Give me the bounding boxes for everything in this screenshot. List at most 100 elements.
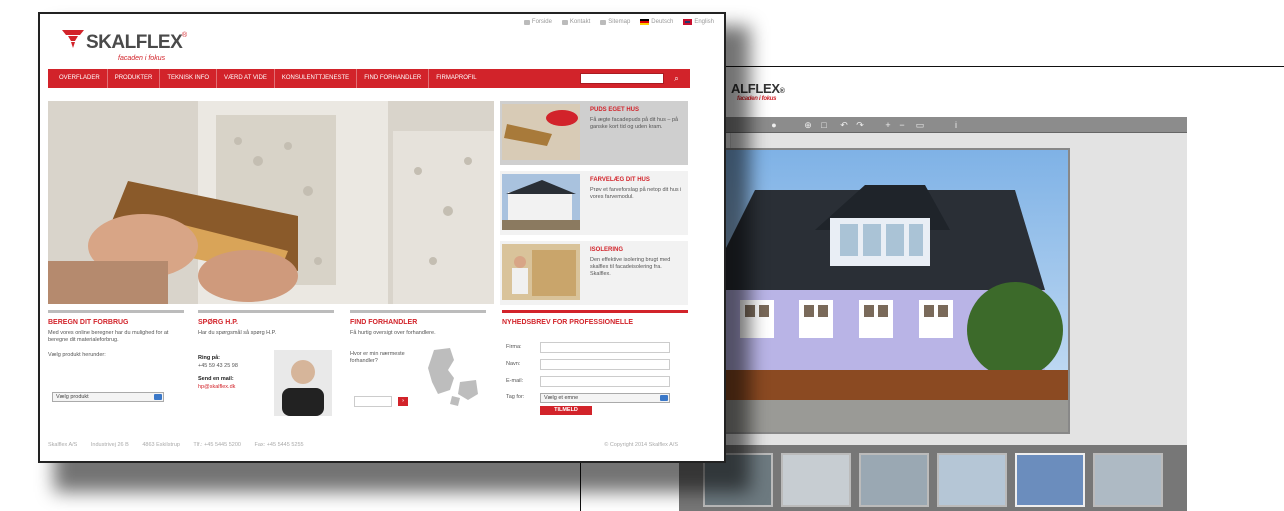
tilmeld-button[interactable]: TILMELD	[540, 406, 592, 415]
box-title: BEREGN DIT FORBRUG	[48, 319, 129, 326]
site-footer: Skalflex A/S Industrivej 26 B 4863 Eskil…	[48, 442, 690, 454]
site-logo[interactable]: SKALFLEX ® facaden i fokus	[62, 26, 202, 66]
firma-field[interactable]	[540, 342, 670, 353]
promo-title: ISOLERING	[590, 247, 624, 253]
footer-company: Skalflex A/S	[48, 442, 78, 448]
toplink-label: English	[694, 19, 714, 25]
box-divider	[502, 310, 688, 313]
box-title: SPØRG H.P.	[198, 319, 238, 326]
select-value: Vælg produkt	[56, 394, 89, 400]
redo-icon[interactable]: ↷	[855, 120, 865, 130]
thumbnail[interactable]	[859, 453, 929, 507]
field-label-firma: Firma:	[506, 344, 522, 350]
chevron-down-icon	[154, 394, 162, 400]
box-text: Med vores online beregner har du mulighe…	[48, 330, 169, 343]
hp-portrait	[274, 350, 332, 416]
footer-copyright: © Copyright 2014 Skalflex A/S	[604, 442, 678, 448]
toplink-english[interactable]: English	[683, 19, 714, 25]
navn-field[interactable]	[540, 359, 670, 370]
box-divider	[350, 310, 486, 313]
info-icon[interactable]: i	[951, 120, 961, 130]
toplink-label: Sitemap	[608, 19, 631, 25]
fit-icon[interactable]: ▭	[915, 120, 925, 130]
mail-icon	[561, 19, 568, 25]
find-search-button[interactable]: ›	[398, 397, 408, 406]
undo-icon[interactable]: ↶	[839, 120, 849, 130]
crop-icon[interactable]: ⊕	[803, 120, 813, 130]
box-divider	[48, 310, 184, 313]
zoom-in-icon[interactable]: +	[883, 120, 893, 130]
footer-city: 4863 Eskilstrup	[142, 442, 180, 448]
promo-image	[502, 174, 580, 230]
postnr-input[interactable]	[354, 396, 392, 407]
thumbnail[interactable]	[1015, 453, 1085, 507]
toplink-label: Deutsch	[651, 19, 674, 25]
chevron-down-icon	[660, 395, 668, 401]
nav-item-teknisk-info[interactable]: TEKNISK INFO	[160, 69, 218, 88]
toplink-forside[interactable]: Forside	[523, 19, 552, 25]
nav-item-vaerd-at-vide[interactable]: VÆRD AT VIDE	[217, 69, 275, 88]
flag-de-icon	[640, 19, 650, 25]
main-nav: OVERFLADER PRODUKTER TEKNISK INFO VÆRD A…	[48, 69, 690, 88]
flag-uk-icon	[683, 19, 693, 25]
toplink-sitemap[interactable]: Sitemap	[600, 19, 630, 25]
thumbnail[interactable]	[781, 453, 851, 507]
scene: ALFLEX® facaden i fokus ● ⊕ □ ↶ ↷ + − ▭ …	[0, 0, 1284, 511]
denmark-map	[424, 346, 482, 414]
box-title: FIND FORHANDLER	[350, 319, 418, 326]
promo-puds-eget-hus[interactable]: PUDS EGET HUS Få ægte facadepuds på dit …	[500, 101, 688, 165]
box-text: Få hurtig oversigt over forhandlere.	[350, 330, 436, 336]
box-prompt: Vælg produkt herunder:	[48, 352, 106, 358]
nav-item-produkter[interactable]: PRODUKTER	[108, 69, 161, 88]
thumbnail[interactable]	[937, 453, 1007, 507]
back-logo-symbol: ®	[779, 88, 785, 95]
box-sporg-hp: SPØRG H.P. Har du spørgsmål så spørg H.P…	[198, 310, 334, 418]
footer-phone: Tlf.: +45 5445 5200	[193, 442, 241, 448]
promo-title: FARVELÆG DIT HUS	[590, 177, 650, 183]
email-field[interactable]	[540, 376, 670, 387]
editor-toolbar: ● ⊕ □ ↶ ↷ + − ▭ i	[679, 117, 1187, 133]
toplink-deutsch[interactable]: Deutsch	[640, 19, 673, 25]
zoom-out-icon[interactable]: −	[897, 120, 907, 130]
thumbnail-strip	[679, 445, 1187, 511]
field-label-navn: Navn:	[506, 361, 521, 367]
toplink-label: Kontakt	[569, 19, 591, 25]
box-divider	[198, 310, 334, 313]
promo-isolering[interactable]: ISOLERING Den effektive isolering brugt …	[500, 241, 688, 305]
product-select[interactable]: Vælg produkt	[52, 392, 164, 402]
rotate-icon[interactable]: ●	[769, 120, 779, 130]
nav-item-overflader[interactable]: OVERFLADER	[52, 69, 108, 88]
home-icon	[523, 19, 530, 25]
promo-column: PUDS EGET HUS Få ægte facadepuds på dit …	[500, 101, 688, 305]
logo-mark-icon	[62, 30, 84, 48]
thumbnail[interactable]	[1093, 453, 1163, 507]
box-text-2: Hvor er min nærmeste forhandler?	[350, 351, 405, 364]
promo-text: Prøv et farveforslag på netop dit hus i …	[590, 187, 682, 200]
footer-address: Industrivej 26 B	[90, 442, 129, 448]
nav-item-firmaprofil[interactable]: FIRMAPROFIL	[429, 69, 483, 88]
promo-text: Den effektive isolering brugt med skalfl…	[590, 257, 671, 277]
field-label-tag: Tag for:	[506, 394, 525, 400]
promo-text: Få ægte facadepuds på dit hus – på gansk…	[590, 117, 679, 130]
nav-item-find-forhandler[interactable]: FIND FORHANDLER	[357, 69, 430, 88]
search-input[interactable]	[580, 73, 664, 84]
promo-image	[502, 244, 580, 300]
topic-select[interactable]: Vælg et emne	[540, 393, 670, 403]
nav-item-konsulenttjeneste[interactable]: KONSULENTTJENESTE	[275, 69, 358, 88]
logo-symbol: ®	[182, 32, 188, 39]
promo-farvelaeg-dit-hus[interactable]: FARVELÆG DIT HUS Prøv et farveforslag på…	[500, 171, 688, 235]
sitemap-icon	[600, 19, 607, 25]
logo-tagline: facaden i fokus	[118, 55, 166, 62]
toplink-kontakt[interactable]: Kontakt	[561, 19, 591, 25]
box-nyhedsbrev: NYHEDSBREV FOR PROFESSIONELLE Firma: Nav…	[502, 310, 688, 418]
box-text: Har du spørgsmål så spørg H.P.	[198, 330, 277, 336]
search-icon[interactable]: ⌕	[671, 73, 682, 84]
box-title: NYHEDSBREV FOR PROFESSIONELLE	[502, 319, 634, 326]
promo-image	[502, 104, 580, 160]
promo-title: PUDS EGET HUS	[590, 107, 640, 113]
copy-icon[interactable]: □	[819, 120, 829, 130]
top-links: Forside Kontakt Sitemap Deutsch English	[523, 19, 714, 25]
hero-image	[48, 101, 494, 304]
select-value: Vælg et emne	[544, 395, 579, 401]
box-beregn-forbrug: BEREGN DIT FORBRUG Med vores online bere…	[48, 310, 184, 418]
